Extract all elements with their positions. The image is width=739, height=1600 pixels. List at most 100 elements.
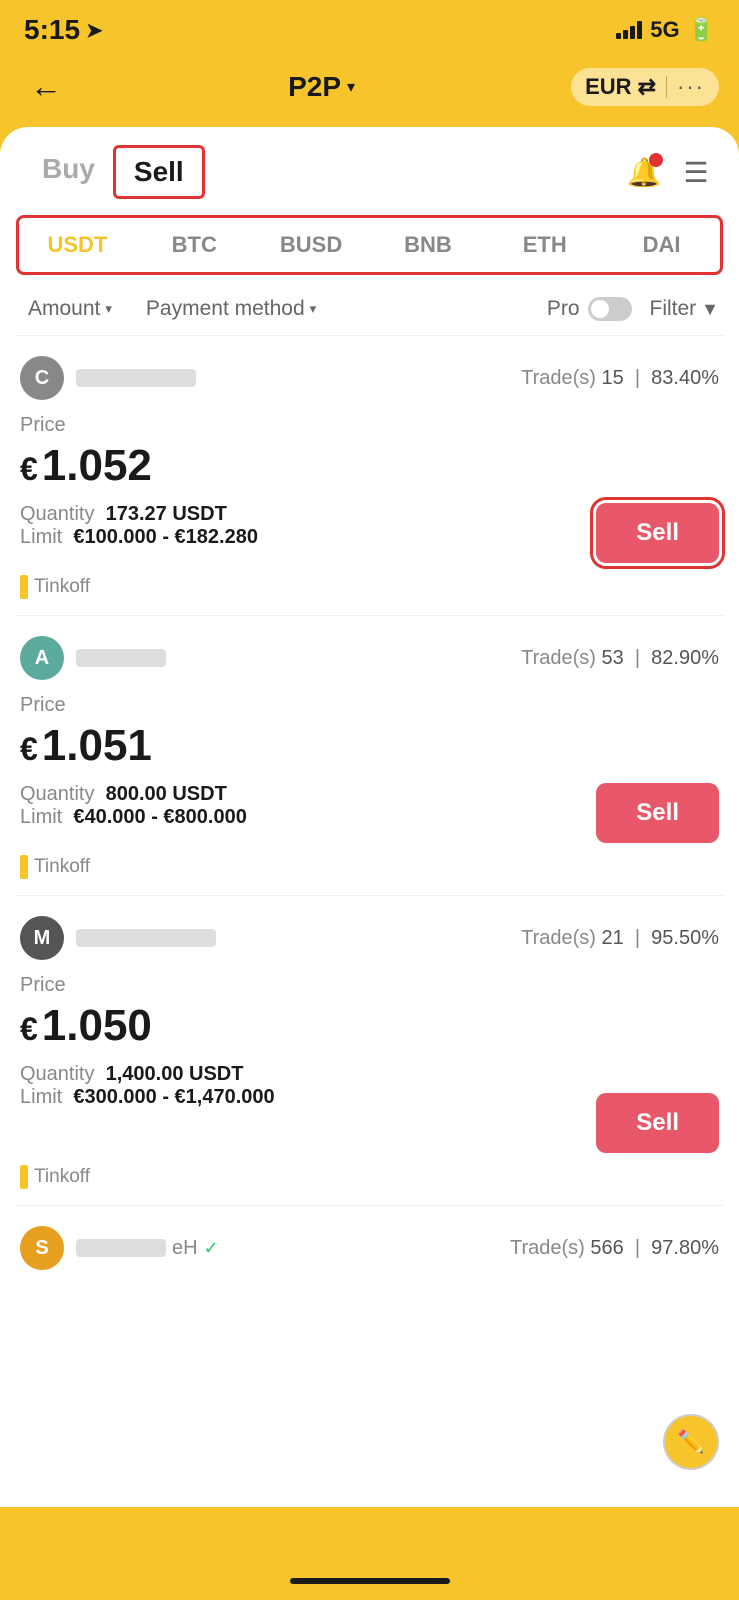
listing-3-limit: Limit €300.000 - €1,470.000 (20, 1086, 275, 1109)
currency-label: EUR (585, 74, 631, 100)
listing-1-payment-name: Tinkoff (34, 576, 90, 598)
status-time: 5:15 ➤ (24, 14, 103, 46)
listing-3-header: M Trade(s) 21 | 95.50% (20, 916, 719, 960)
listing-4: S eH ✓ Trade(s) 566 | 97.80% (0, 1206, 739, 1270)
payment-method-filter[interactable]: Payment method ▾ (138, 293, 324, 325)
listing-3-user: M (20, 916, 216, 960)
crypto-tabs: USDT BTC BUSD BNB ETH DAI (16, 215, 723, 275)
listing-4-trades: 566 (590, 1237, 623, 1259)
main-card: Buy Sell 🔔 ☰ USDT BTC BUSD BNB (0, 127, 739, 1507)
listing-1-quantity: Quantity 173.27 USDT (20, 503, 258, 526)
listing-1-trades: 15 (601, 367, 623, 389)
listing-4-stats: Trade(s) 566 | 97.80% (510, 1237, 719, 1260)
tab-sell[interactable]: Sell (113, 145, 205, 199)
listing-1-currency: € (20, 451, 38, 488)
listing-2-rate: 82.90% (651, 647, 719, 669)
listing-4-rate: 97.80% (651, 1237, 719, 1259)
crypto-tab-dai-label: DAI (643, 232, 681, 257)
listing-2-user: A (20, 636, 166, 680)
back-button[interactable]: ← (20, 64, 72, 109)
crypto-tab-busd[interactable]: BUSD (253, 218, 370, 272)
toggle-thumb (591, 300, 609, 318)
listing-3-currency: € (20, 1011, 38, 1048)
tab-icons: 🔔 ☰ (625, 153, 715, 191)
listing-1-details: Quantity 173.27 USDT Limit €100.000 - €1… (20, 503, 719, 563)
battery-icon: 🔋 (688, 17, 715, 43)
transfer-icon: ⇄ (638, 74, 656, 100)
listing-1-rate: 83.40% (651, 367, 719, 389)
crypto-tab-eth[interactable]: ETH (486, 218, 603, 272)
listing-1-limit: Limit €100.000 - €182.280 (20, 526, 258, 549)
listing-1-sell-button[interactable]: Sell (596, 503, 719, 563)
time-display: 5:15 (24, 14, 80, 46)
status-bar: 5:15 ➤ 5G 🔋 (0, 0, 739, 54)
crypto-tab-bnb-label: BNB (404, 232, 452, 257)
status-right: 5G 🔋 (616, 17, 715, 43)
listing-1-sell-label: Sell (636, 519, 679, 546)
listing-3-rate: 95.50% (651, 927, 719, 949)
crypto-tab-usdt-label: USDT (47, 232, 107, 257)
pro-toggle-switch[interactable] (588, 297, 632, 321)
listing-2-avatar-letter: A (35, 647, 49, 670)
listing-2-price-label: Price (20, 694, 719, 717)
amount-filter[interactable]: Amount ▾ (20, 293, 120, 325)
listing-2-trades: 53 (601, 647, 623, 669)
listing-1-header: C Trade(s) 15 | 83.40% (20, 356, 719, 400)
nav-divider (666, 76, 667, 98)
listing-2-sell-button[interactable]: Sell (596, 783, 719, 843)
fab-edit-icon: ✏️ (677, 1429, 704, 1455)
listing-3-price: € 1.050 (20, 1001, 719, 1051)
listing-2-details: Quantity 800.00 USDT Limit €40.000 - €80… (20, 783, 719, 843)
listing-1-meta: Quantity 173.27 USDT Limit €100.000 - €1… (20, 503, 258, 549)
listing-1-price-value: 1.052 (42, 441, 152, 491)
orders-button[interactable]: ☰ (677, 153, 715, 191)
crypto-tab-usdt[interactable]: USDT (19, 218, 136, 272)
tab-sell-label: Sell (134, 156, 184, 187)
listing-2-quantity: Quantity 800.00 USDT (20, 783, 247, 806)
listing-3-limit-label: Limit (20, 1086, 62, 1108)
listing-3-trades: 21 (601, 927, 623, 949)
listing-4-avatar-letter: S (35, 1237, 48, 1260)
tab-buy[interactable]: Buy (24, 145, 113, 199)
listing-2-payment-name: Tinkoff (34, 856, 90, 878)
listing-4-username (76, 1239, 166, 1257)
listing-3-quantity: Quantity 1,400.00 USDT (20, 1063, 275, 1086)
listing-2-limit: Limit €40.000 - €800.000 (20, 806, 247, 829)
listing-4-avatar: S (20, 1226, 64, 1270)
filter-button[interactable]: Filter ▼ (650, 297, 720, 321)
tab-group: Buy Sell (24, 145, 205, 199)
listing-2-stats: Trade(s) 53 | 82.90% (521, 647, 719, 670)
crypto-tab-bnb[interactable]: BNB (369, 218, 486, 272)
tabs-row: Buy Sell 🔔 ☰ (0, 127, 739, 199)
nav-currency: EUR ⇄ (585, 74, 656, 100)
listing-1-qty-value: 173.27 USDT (106, 503, 227, 525)
listing-2-currency: € (20, 731, 38, 768)
listing-3-price-value: 1.050 (42, 1001, 152, 1051)
listing-1-user: C (20, 356, 196, 400)
listing-3-avatar: M (20, 916, 64, 960)
amount-label: Amount (28, 297, 100, 321)
listing-2-qty-label: Quantity (20, 783, 94, 805)
listing-2-sell-label: Sell (636, 799, 679, 826)
nav-dropdown-icon[interactable]: ▾ (347, 77, 355, 97)
listing-3-sell-button[interactable]: Sell (596, 1093, 719, 1153)
listing-2-qty-value: 800.00 USDT (106, 783, 227, 805)
listing-1-payment: Tinkoff (20, 575, 719, 599)
listing-3-payment: Tinkoff (20, 1165, 719, 1189)
listing-1: C Trade(s) 15 | 83.40% Price € 1.052 Qua… (0, 336, 739, 615)
crypto-tab-btc[interactable]: BTC (136, 218, 253, 272)
listing-3-meta: Quantity 1,400.00 USDT Limit €300.000 - … (20, 1063, 275, 1109)
crypto-tab-dai[interactable]: DAI (603, 218, 720, 272)
fab-button[interactable]: ✏️ (663, 1414, 719, 1470)
notification-button[interactable]: 🔔 (625, 153, 663, 191)
listing-4-user: S eH ✓ (20, 1226, 219, 1270)
listing-2-price-value: 1.051 (42, 721, 152, 771)
listing-3-price-label: Price (20, 974, 719, 997)
payment-method-label: Payment method (146, 297, 305, 321)
nav-right[interactable]: EUR ⇄ ··· (571, 68, 719, 106)
listing-4-verified-icon: ✓ (204, 1238, 219, 1259)
listing-3-avatar-letter: M (34, 927, 51, 950)
more-icon[interactable]: ··· (677, 74, 705, 100)
listing-1-stats: Trade(s) 15 | 83.40% (521, 367, 719, 390)
crypto-tab-busd-label: BUSD (280, 232, 342, 257)
